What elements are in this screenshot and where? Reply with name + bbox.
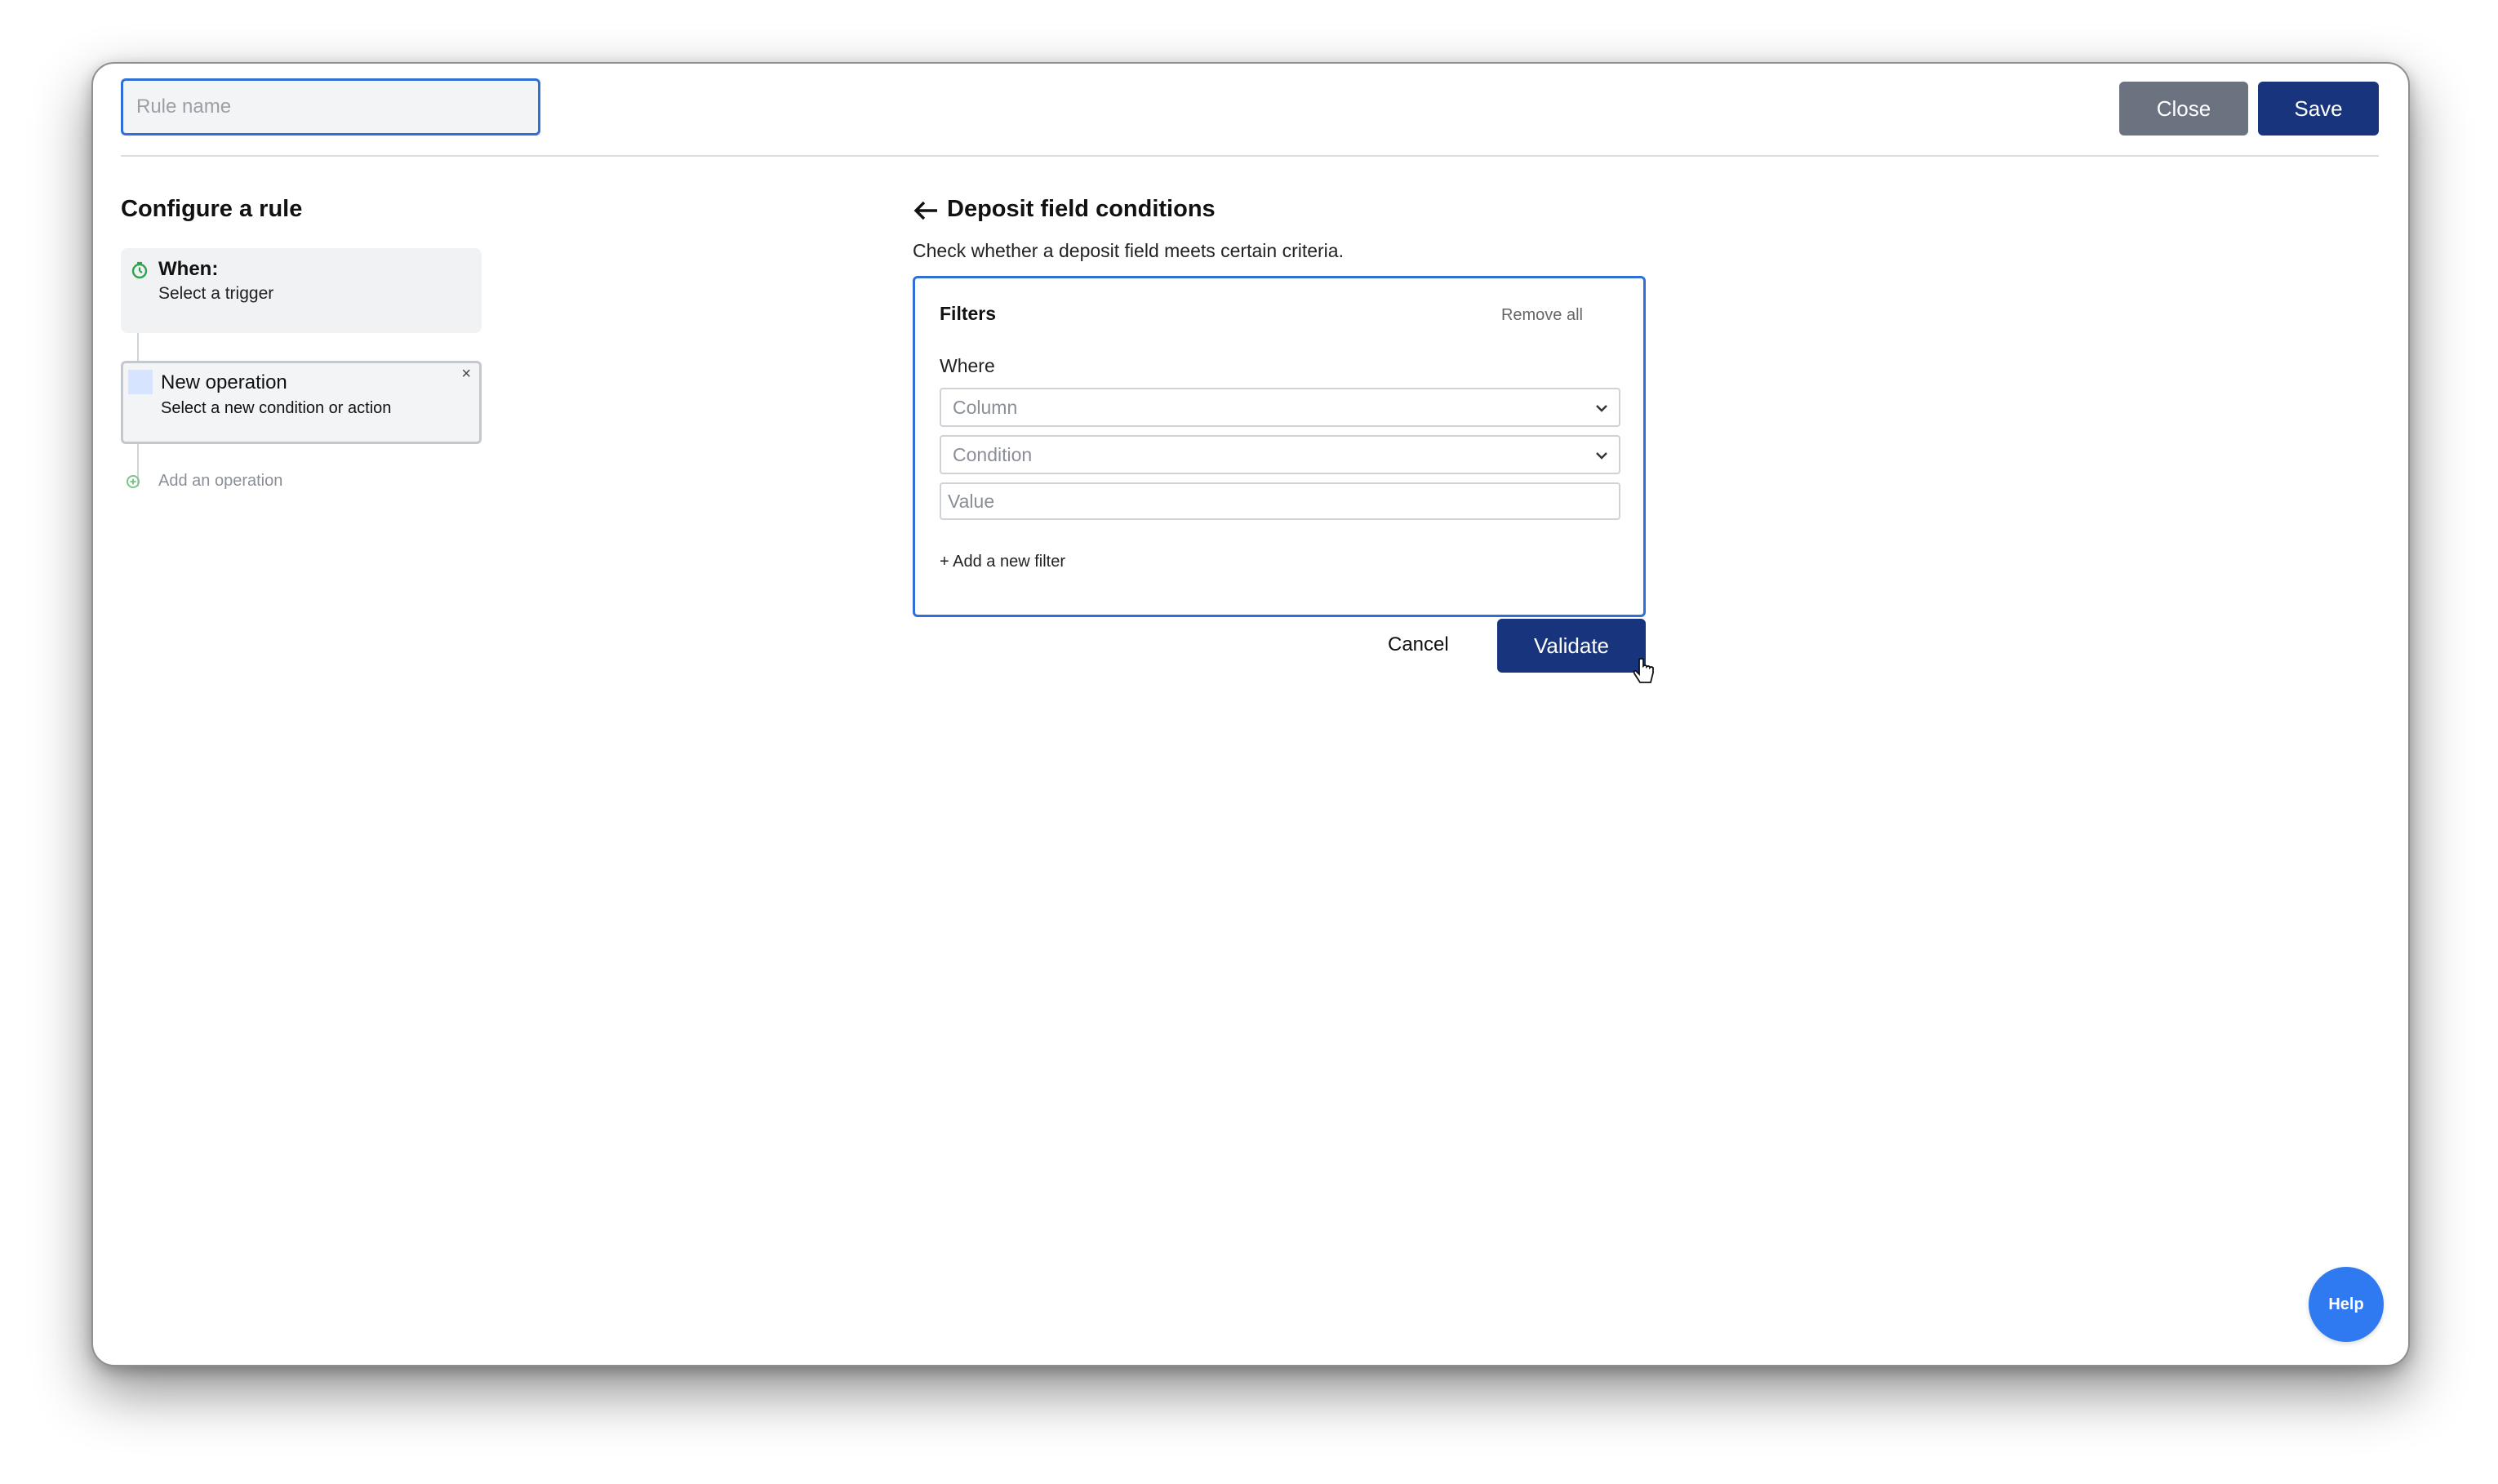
operation-placeholder-icon xyxy=(128,370,153,394)
chevron-down-icon xyxy=(1593,399,1611,417)
condition-select-placeholder: Condition xyxy=(953,443,1033,465)
header-divider xyxy=(121,155,2379,157)
add-operation-label: Add an operation xyxy=(158,472,283,490)
column-select[interactable]: Column xyxy=(940,388,1620,427)
filters-box: Filters Remove all Where Column Conditio… xyxy=(913,276,1646,617)
add-operation-link[interactable]: Add an operation xyxy=(126,472,282,491)
rule-editor-window: Close Save Configure a rule When: Select… xyxy=(91,62,2410,1366)
operation-title: New operation xyxy=(161,371,287,393)
chevron-down-icon xyxy=(1593,447,1611,464)
trigger-title: When: xyxy=(158,258,219,280)
value-input-placeholder: Value xyxy=(948,490,995,512)
save-button[interactable]: Save xyxy=(2258,82,2379,136)
help-button[interactable]: Help xyxy=(2309,1267,2384,1342)
column-select-placeholder: Column xyxy=(953,396,1018,418)
panel-description: Check whether a deposit field meets cert… xyxy=(913,240,1344,261)
hand-cursor-icon xyxy=(1633,657,1656,686)
condition-select[interactable]: Condition xyxy=(940,435,1620,474)
validate-button[interactable]: Validate xyxy=(1497,619,1646,673)
add-circle-icon xyxy=(126,474,140,489)
page: Close Save Configure a rule When: Select… xyxy=(0,0,2498,1484)
where-label: Where xyxy=(940,355,995,376)
back-arrow-icon[interactable] xyxy=(913,199,940,222)
rule-name-input[interactable] xyxy=(121,78,540,136)
clock-icon xyxy=(131,261,149,279)
add-filter-link[interactable]: + Add a new filter xyxy=(940,553,1065,571)
operation-card[interactable]: New operation Select a new condition or … xyxy=(121,361,482,444)
remove-all-button[interactable]: Remove all xyxy=(1501,306,1583,325)
value-input[interactable]: Value xyxy=(940,482,1620,520)
trigger-subtitle: Select a trigger xyxy=(158,284,274,303)
close-button[interactable]: Close xyxy=(2119,82,2248,136)
cancel-button[interactable]: Cancel xyxy=(1388,633,1449,656)
trigger-card[interactable]: When: Select a trigger xyxy=(121,248,482,333)
close-icon[interactable]: × xyxy=(461,365,471,384)
configure-rule-title: Configure a rule xyxy=(121,196,303,222)
filters-title: Filters xyxy=(940,303,997,324)
operation-subtitle: Select a new condition or action xyxy=(161,399,392,417)
panel-title: Deposit field conditions xyxy=(947,196,1216,222)
